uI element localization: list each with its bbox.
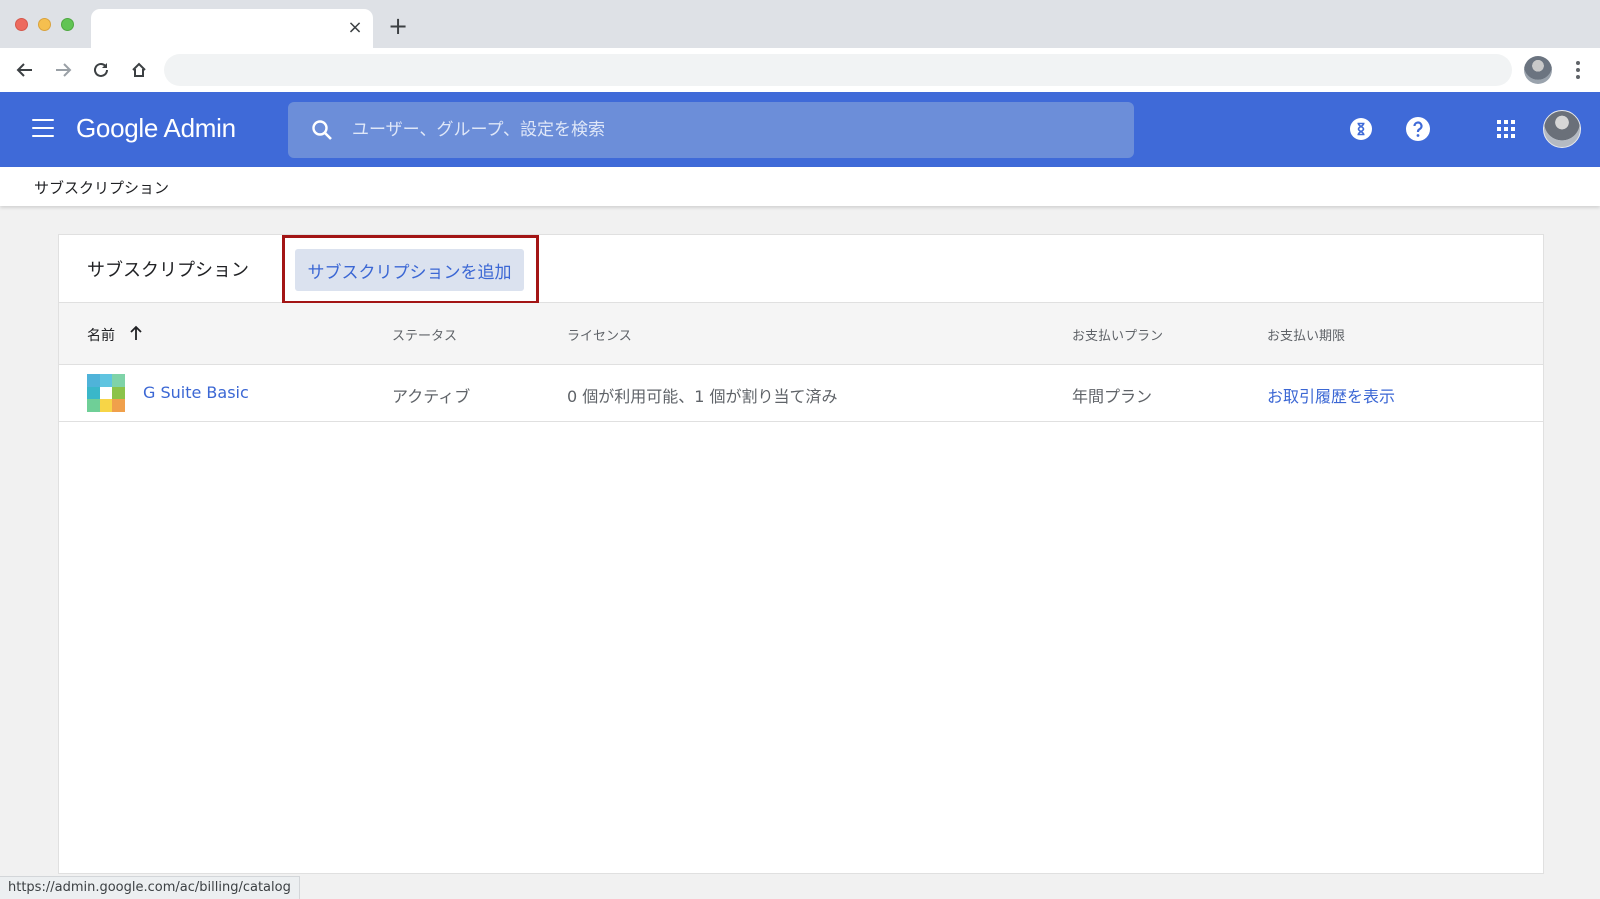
reload-icon[interactable]	[88, 57, 114, 83]
breadcrumb-current: サブスクリプション	[34, 179, 170, 197]
card-title: サブスクリプション	[87, 260, 249, 281]
account-avatar[interactable]	[1543, 110, 1581, 148]
window-close-button[interactable]	[15, 18, 28, 31]
view-transactions-link[interactable]: お取引履歴を表示	[1267, 383, 1395, 407]
admin-search[interactable]	[288, 102, 1134, 158]
browser-profile-avatar[interactable]	[1524, 56, 1552, 84]
column-due: お支払い期限	[1267, 329, 1346, 344]
highlight-box	[282, 235, 539, 304]
search-icon[interactable]	[310, 118, 334, 142]
browser-tab-active[interactable]: ×	[91, 9, 373, 48]
subscription-license: 0 個が利用可能、1 個が割り当て済み	[567, 387, 838, 406]
address-bar[interactable]	[164, 54, 1512, 86]
help-icon[interactable]	[1405, 116, 1431, 142]
hourglass-icon[interactable]	[1348, 116, 1374, 142]
window-minimize-button[interactable]	[38, 18, 51, 31]
status-url: https://admin.google.com/ac/billing/cata…	[0, 876, 300, 899]
tab-close-icon[interactable]: ×	[345, 18, 365, 38]
google-admin-logo[interactable]: Google Admin	[76, 110, 236, 146]
subscription-status: アクティブ	[392, 387, 471, 406]
column-status: ステータス	[392, 329, 458, 344]
menu-icon[interactable]	[32, 119, 54, 137]
browser-toolbar	[0, 48, 1600, 92]
subscription-plan: 年間プラン	[1072, 387, 1153, 406]
admin-header: Google Admin	[0, 92, 1600, 167]
back-arrow-icon[interactable]	[12, 57, 38, 83]
column-plan: お支払いプラン	[1072, 329, 1164, 344]
forward-arrow-icon[interactable]	[50, 57, 76, 83]
browser-menu-icon[interactable]	[1566, 58, 1590, 82]
table-header: 名前 ステータス ライセンス お支払いプラン お支払い期限	[59, 303, 1543, 365]
browser-tabstrip: × +	[0, 0, 1600, 48]
sort-ascending-icon[interactable]	[129, 325, 143, 341]
brand-admin: Admin	[163, 113, 237, 143]
brand-google: Google	[76, 113, 159, 143]
apps-grid-icon[interactable]	[1497, 120, 1515, 138]
subscription-name-link[interactable]: G Suite Basic	[143, 383, 249, 402]
search-input[interactable]	[352, 102, 1112, 158]
home-icon[interactable]	[126, 57, 152, 83]
subscriptions-card: サブスクリプション サブスクリプションを追加 名前 ステータス ライセンス お支…	[58, 234, 1544, 874]
gsuite-logo-icon	[87, 374, 125, 412]
column-license: ライセンス	[567, 329, 632, 344]
card-header: サブスクリプション サブスクリプションを追加	[59, 235, 1543, 304]
new-tab-button[interactable]: +	[386, 14, 410, 38]
table-row[interactable]: G Suite Basic アクティブ 0 個が利用可能、1 個が割り当て済み …	[59, 365, 1543, 422]
column-name[interactable]: 名前	[87, 325, 115, 345]
breadcrumb: サブスクリプション	[0, 167, 1600, 206]
window-zoom-button[interactable]	[61, 18, 74, 31]
